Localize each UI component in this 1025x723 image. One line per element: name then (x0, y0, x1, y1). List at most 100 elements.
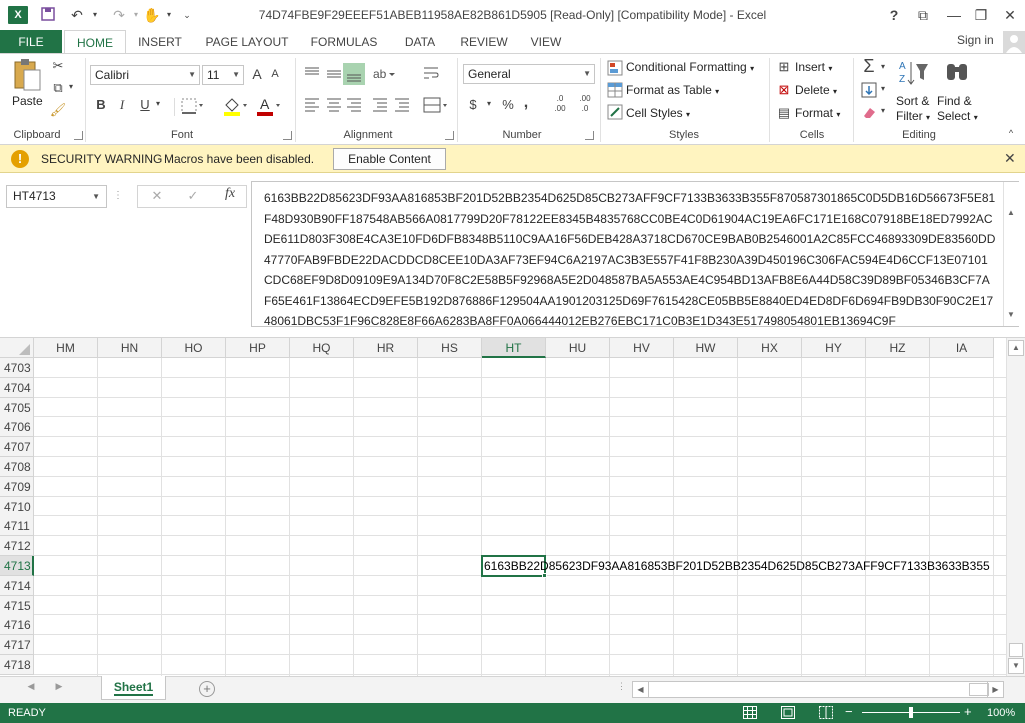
column-header-hu[interactable]: HU (546, 338, 610, 358)
alignment-launcher-icon[interactable] (445, 131, 454, 140)
row-header-4704[interactable]: 4704 (0, 377, 34, 398)
previous-sheet-icon[interactable]: ◀ (26, 681, 36, 692)
zoom-in-icon[interactable]: + (964, 704, 972, 719)
scroll-up-icon[interactable]: ▲ (1008, 340, 1024, 356)
increase-decimal-icon[interactable]: .0.00 (550, 94, 570, 114)
sign-in-link[interactable]: Sign in (957, 33, 994, 47)
enable-content-button[interactable]: Enable Content (333, 148, 446, 170)
scroll-down-icon[interactable]: ▼ (1007, 310, 1015, 319)
row-header-4710[interactable]: 4710 (0, 496, 34, 517)
scroll-left-icon[interactable]: ◀ (633, 682, 649, 697)
copy-dropdown-icon[interactable]: ▾ (66, 82, 76, 91)
currency-dropdown-icon[interactable]: ▾ (484, 99, 494, 108)
font-launcher-icon[interactable] (283, 131, 292, 140)
column-header-hq[interactable]: HQ (290, 338, 354, 358)
row-header-4718[interactable]: 4718 (0, 655, 34, 675)
horizontal-scrollbar[interactable]: ◀ ▶ (632, 681, 1004, 698)
tab-splitter-icon[interactable]: ⋮ (617, 681, 626, 692)
number-launcher-icon[interactable] (585, 131, 594, 140)
tab-page-layout[interactable]: PAGE LAYOUT (200, 30, 294, 54)
avatar[interactable] (1003, 31, 1025, 53)
tab-view[interactable]: VIEW (525, 30, 567, 54)
minimize-button[interactable]: — (941, 5, 967, 25)
row-header-4715[interactable]: 4715 (0, 595, 34, 616)
clipboard-launcher-icon[interactable] (74, 131, 83, 140)
row-header-4711[interactable]: 4711 (0, 516, 34, 537)
insert-cells-button[interactable]: Insert ▾ (795, 60, 832, 74)
scroll-up-icon[interactable]: ▲ (1007, 208, 1015, 217)
next-sheet-icon[interactable]: ▶ (54, 681, 64, 692)
currency-button[interactable]: $ (466, 97, 480, 112)
font-name-select[interactable]: Calibri ▼ (90, 65, 200, 85)
ribbon-display-options-button[interactable]: ⧉ (910, 5, 936, 25)
merge-center-icon[interactable] (422, 95, 450, 115)
zoom-slider-thumb[interactable] (909, 707, 913, 718)
help-button[interactable]: ? (881, 5, 907, 25)
conditional-formatting-button[interactable]: Conditional Formatting ▾ (626, 60, 754, 74)
fill-icon[interactable] (861, 82, 877, 98)
decrease-decimal-icon[interactable]: .00.0 (575, 94, 595, 114)
scroll-thumb[interactable] (969, 683, 989, 696)
column-header-hz[interactable]: HZ (866, 338, 930, 358)
column-header-hp[interactable]: HP (226, 338, 290, 358)
percent-button[interactable]: % (500, 97, 516, 112)
tab-home[interactable]: HOME (64, 30, 126, 54)
close-button[interactable]: ✕ (997, 5, 1023, 25)
row-header-4708[interactable]: 4708 (0, 457, 34, 477)
row-header-4707[interactable]: 4707 (0, 437, 34, 458)
paste-icon[interactable] (12, 58, 44, 92)
sheet-tab-sheet1[interactable]: Sheet1 (101, 676, 166, 700)
column-header-hv[interactable]: HV (610, 338, 674, 358)
row-header-4706[interactable]: 4706 (0, 417, 34, 438)
column-header-hn[interactable]: HN (98, 338, 162, 358)
formula-bar-input[interactable]: 6163BB22D85623DF93AA816853BF201D52BB2354… (251, 181, 1019, 327)
grow-font-icon[interactable]: A (249, 66, 265, 82)
row-header-4713[interactable]: 4713 (0, 556, 34, 576)
page-break-view-icon[interactable] (819, 706, 833, 719)
zoom-out-icon[interactable]: − (845, 704, 853, 719)
tab-review[interactable]: REVIEW (456, 30, 512, 54)
normal-view-icon[interactable] (743, 706, 757, 719)
zoom-level[interactable]: 100% (987, 707, 1015, 719)
fill-color-icon[interactable] (222, 95, 250, 117)
underline-dropdown-icon[interactable]: ▾ (153, 99, 163, 108)
tab-insert[interactable]: INSERT (130, 30, 190, 54)
cancel-entry-icon[interactable]: ✕ (150, 188, 164, 204)
number-format-select[interactable]: General ▼ (463, 64, 595, 84)
select-all-corner[interactable] (0, 338, 34, 358)
row-header-4712[interactable]: 4712 (0, 536, 34, 557)
row-header-4705[interactable]: 4705 (0, 397, 34, 418)
fill-dropdown-icon[interactable]: ▾ (878, 84, 888, 93)
row-header-4709[interactable]: 4709 (0, 476, 34, 497)
confirm-entry-icon[interactable]: ✓ (186, 188, 200, 204)
cell-HT4713[interactable]: 6163BB22D85623DF93AA816853BF201D52BB2354… (484, 556, 990, 576)
sort-filter-button[interactable]: Sort & Filter ▾ (896, 94, 930, 125)
font-size-select[interactable]: 11 ▼ (202, 65, 244, 85)
name-box[interactable]: HT4713 ▼ (6, 185, 107, 208)
copy-icon[interactable]: ⧉ (49, 80, 67, 96)
delete-cells-button[interactable]: Delete ▾ (795, 83, 837, 97)
column-header-hr[interactable]: HR (354, 338, 418, 358)
column-header-ho[interactable]: HO (162, 338, 226, 358)
bold-button[interactable]: B (93, 97, 109, 112)
format-cells-button[interactable]: Format ▾ (795, 106, 840, 120)
row-header-4717[interactable]: 4717 (0, 635, 34, 656)
column-header-hm[interactable]: HM (34, 338, 98, 358)
cell-styles-button[interactable]: Cell Styles ▾ (626, 106, 690, 120)
scroll-down-icon[interactable]: ▼ (1008, 658, 1024, 674)
column-header-hx[interactable]: HX (738, 338, 802, 358)
wrap-text-icon[interactable] (422, 64, 440, 82)
column-header-hw[interactable]: HW (674, 338, 738, 358)
scroll-thumb[interactable] (1009, 643, 1023, 657)
row-header-4703[interactable]: 4703 (0, 358, 34, 378)
format-painter-icon[interactable]: 🖌 (49, 102, 67, 118)
underline-button[interactable]: U (137, 97, 153, 112)
autosum-dropdown-icon[interactable]: ▾ (878, 62, 888, 71)
vertical-scrollbar[interactable]: ▲ ▼ (1006, 338, 1025, 676)
cut-icon[interactable]: ✂ (49, 58, 67, 74)
format-as-table-button[interactable]: Format as Table ▾ (626, 83, 719, 97)
fill-handle[interactable] (542, 573, 547, 578)
paste-button[interactable]: Paste (12, 94, 43, 108)
tab-formulas[interactable]: FORMULAS (305, 30, 383, 54)
shrink-font-icon[interactable]: A (268, 68, 282, 80)
